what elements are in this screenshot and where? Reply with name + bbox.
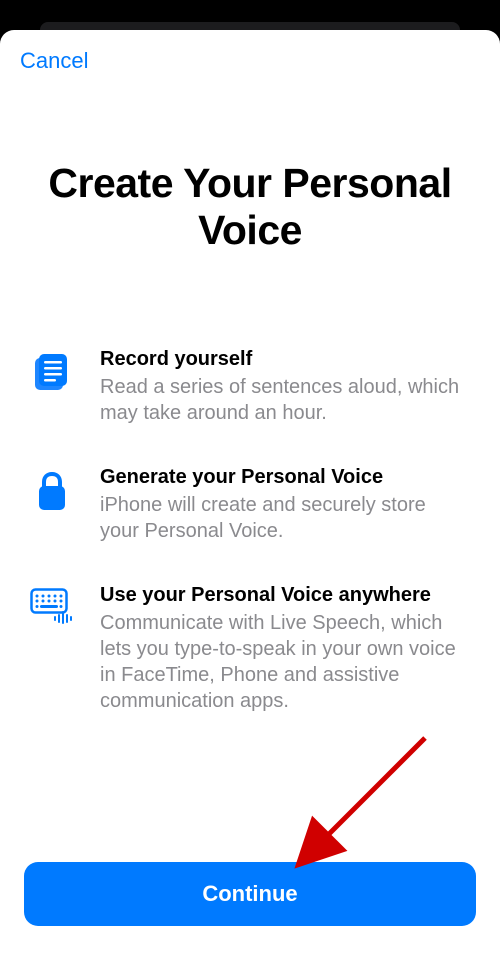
text-document-icon: [30, 346, 74, 392]
feature-title: Use your Personal Voice anywhere: [100, 582, 470, 608]
feature-item-generate: Generate your Personal Voice iPhone will…: [30, 464, 470, 544]
sheet-stack-hint: [40, 22, 460, 30]
feature-text: Record yourself Read a series of sentenc…: [100, 346, 470, 426]
keyboard-voice-icon: [30, 582, 74, 624]
feature-description: Communicate with Live Speech, which lets…: [100, 610, 470, 714]
page-title: Create Your Personal Voice: [30, 160, 470, 254]
feature-title: Record yourself: [100, 346, 470, 372]
feature-description: iPhone will create and securely store yo…: [100, 492, 470, 544]
feature-item-anywhere: Use your Personal Voice anywhere Communi…: [30, 582, 470, 714]
modal-content: Create Your Personal Voice Record yourse…: [0, 74, 500, 862]
continue-button[interactable]: Continue: [24, 862, 476, 926]
feature-text: Use your Personal Voice anywhere Communi…: [100, 582, 470, 714]
feature-text: Generate your Personal Voice iPhone will…: [100, 464, 470, 544]
feature-description: Read a series of sentences aloud, which …: [100, 374, 470, 426]
modal-header: Cancel: [0, 30, 500, 74]
status-bar-background: [0, 0, 500, 30]
feature-item-record: Record yourself Read a series of sentenc…: [30, 346, 470, 426]
cancel-button[interactable]: Cancel: [20, 48, 88, 74]
lock-icon: [30, 464, 74, 512]
modal-sheet: Cancel Create Your Personal Voice Reco: [0, 30, 500, 958]
feature-list: Record yourself Read a series of sentenc…: [30, 346, 470, 714]
feature-title: Generate your Personal Voice: [100, 464, 470, 490]
modal-footer: Continue: [0, 862, 500, 958]
